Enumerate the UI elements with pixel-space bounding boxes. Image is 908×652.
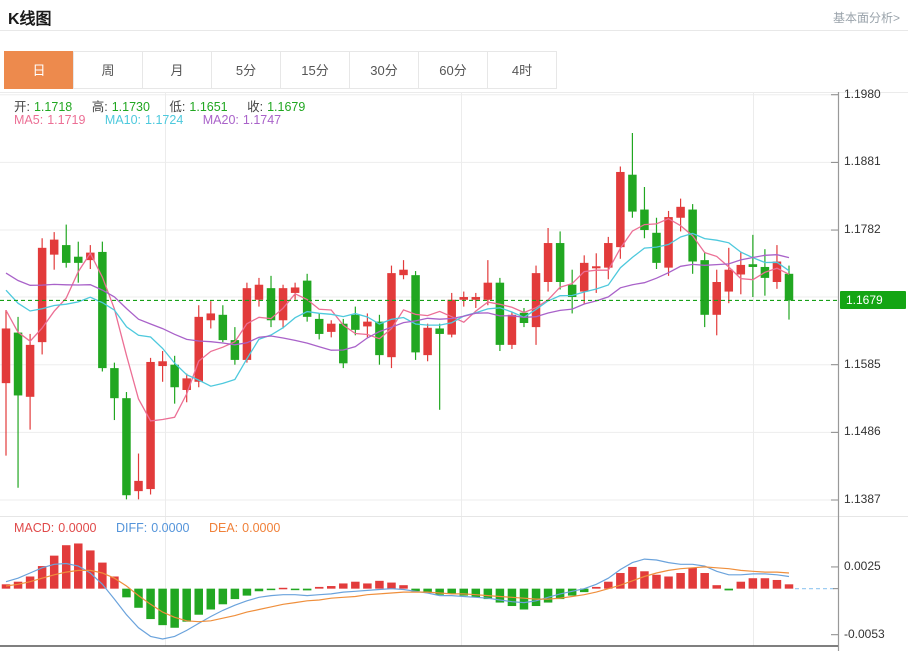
close-value: 1.1679 — [267, 100, 305, 114]
y-axis-label: 1.1782 — [844, 222, 881, 236]
ma10-value: 1.1724 — [145, 113, 183, 127]
macd-legend: MACD: 0.0000 DIFF: 0.0000 DEA: 0.0000 — [14, 521, 284, 535]
current-price-badge: 1.1679 — [840, 291, 906, 309]
low-value: 1.1651 — [189, 100, 227, 114]
ma20-label: MA20: — [203, 113, 239, 127]
close-label: 收: — [247, 100, 263, 114]
macd-axis-label: -0.0053 — [844, 627, 885, 641]
kline-page: K线图 基本面分析> 日 周 月 5分 15分 30分 60分 4时 开:1.1… — [0, 0, 908, 652]
dea-label: DEA: — [209, 521, 238, 535]
diff-label: DIFF: — [116, 521, 147, 535]
low-label: 低: — [169, 100, 185, 114]
high-label: 高: — [92, 100, 108, 114]
ma10-label: MA10: — [105, 113, 141, 127]
high-value: 1.1730 — [112, 100, 150, 114]
y-axis-label: 1.1486 — [844, 424, 881, 438]
macd-axis-label: 0.0025 — [844, 559, 881, 573]
ma20-line — [6, 255, 789, 351]
open-label: 开: — [14, 100, 30, 114]
dea-value: 0.0000 — [242, 521, 280, 535]
y-axis-label: 1.1585 — [844, 357, 881, 371]
y-axis-label: 1.1980 — [844, 87, 881, 101]
ma5-label: MA5: — [14, 113, 43, 127]
open-value: 1.1718 — [34, 100, 72, 114]
ma5-value: 1.1719 — [47, 113, 85, 127]
macd-label: MACD: — [14, 521, 54, 535]
ma-legend: MA5: 1.1719 MA10: 1.1724 MA20: 1.1747 — [14, 113, 285, 127]
diff-line — [6, 559, 789, 639]
ma20-value: 1.1747 — [243, 113, 281, 127]
y-axis-label: 1.1881 — [844, 154, 881, 168]
y-axis-label: 1.1387 — [844, 492, 881, 506]
diff-value: 0.0000 — [151, 521, 189, 535]
macd-value: 0.0000 — [58, 521, 96, 535]
